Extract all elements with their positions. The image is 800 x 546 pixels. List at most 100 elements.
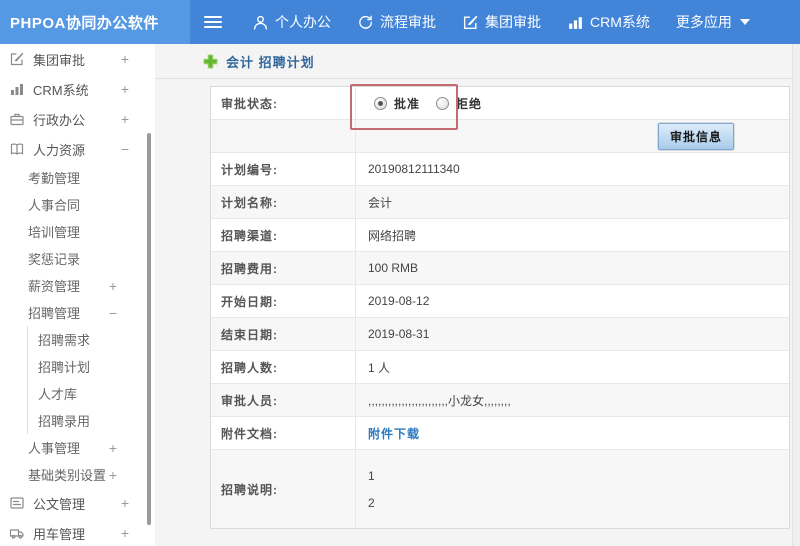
- user-icon: [252, 14, 269, 31]
- approve-radio-label[interactable]: 批准: [394, 95, 420, 112]
- row-label: 招聘渠道:: [211, 219, 356, 251]
- row-value: 2019-08-31: [368, 327, 430, 341]
- table-row-submit: 审批信息: [211, 120, 789, 153]
- table-row-cost: 招聘费用: 100 RMB: [211, 252, 789, 285]
- nav-more-apps[interactable]: 更多应用: [676, 12, 750, 32]
- sidebar-item-document-mgmt[interactable]: 公文管理 +: [0, 488, 155, 518]
- expand-toggle[interactable]: +: [121, 111, 129, 127]
- row-label: 招聘费用:: [211, 252, 356, 284]
- sidebar-item-salary[interactable]: 薪资管理 +: [0, 272, 155, 299]
- page-title: 会计 招聘计划: [226, 54, 315, 70]
- top-navigation: 个人办公 流程审批 集团审批 CRM系统 更多应用: [252, 12, 750, 32]
- sidebar-item-training[interactable]: 培训管理: [0, 218, 155, 245]
- expand-toggle[interactable]: +: [109, 278, 117, 294]
- bar-chart-icon: [9, 81, 25, 97]
- hamburger-menu-icon[interactable]: [204, 16, 222, 28]
- reject-radio-label[interactable]: 拒绝: [456, 95, 482, 112]
- table-row-headcount: 招聘人数: 1 人: [211, 351, 789, 384]
- row-value: 批准 拒绝: [356, 87, 789, 119]
- sidebar-item-recruit-hire[interactable]: 招聘录用: [27, 407, 155, 434]
- sidebar-item-crm[interactable]: CRM系统 +: [0, 74, 155, 104]
- reject-radio[interactable]: [436, 96, 450, 110]
- sidebar-item-recruit-plan[interactable]: 招聘计划: [27, 353, 155, 380]
- row-value: 20190812111340: [368, 162, 460, 176]
- table-row-plan-name: 计划名称: 会计: [211, 186, 789, 219]
- briefcase-icon: [9, 111, 25, 127]
- row-label: 结束日期:: [211, 318, 356, 350]
- row-label: 审批人员:: [211, 384, 356, 416]
- row-label: 附件文档:: [211, 417, 356, 449]
- row-label: 计划编号:: [211, 153, 356, 185]
- page-scrollbar[interactable]: [792, 44, 800, 546]
- page-header: 会计 招聘计划: [155, 44, 800, 79]
- row-value: 1 人: [368, 360, 391, 375]
- description-line: 1: [368, 468, 375, 483]
- sidebar-item-talent-pool[interactable]: 人才库: [27, 380, 155, 407]
- row-label: [211, 120, 356, 152]
- nav-label: 更多应用: [675, 14, 732, 30]
- expand-toggle[interactable]: +: [121, 51, 129, 67]
- expand-toggle[interactable]: +: [109, 440, 117, 456]
- approve-radio[interactable]: [374, 96, 387, 110]
- sidebar-item-admin-office[interactable]: 行政办公 +: [0, 104, 155, 134]
- expand-toggle[interactable]: +: [121, 81, 129, 97]
- sidebar-item-hr-contract[interactable]: 人事合同: [0, 191, 155, 218]
- row-value: 网络招聘: [368, 228, 417, 243]
- sidebar-item-group-approval[interactable]: 集团审批 +: [0, 44, 155, 74]
- recruit-plan-detail-table: 审批状态: 批准 拒绝 审批信息 计划编号: 20190812111340 计划…: [210, 86, 790, 529]
- table-row-channel: 招聘渠道: 网络招聘: [211, 219, 789, 252]
- topbar: PHPOA协同办公软件 个人办公 流程审批 集团审批 CRM系统 更多应用: [0, 0, 800, 44]
- attachment-download-link[interactable]: 附件下载: [368, 425, 420, 442]
- approve-info-button[interactable]: 审批信息: [657, 122, 734, 150]
- nav-group-approval[interactable]: 集团审批: [462, 12, 541, 32]
- sidebar-item-base-category[interactable]: 基础类别设置 +: [0, 461, 155, 488]
- nav-label: 流程审批: [380, 14, 436, 30]
- main-content: 会计 招聘计划 审批状态: 批准 拒绝 审批信息 计划编号: 201908121…: [155, 44, 800, 546]
- expand-toggle[interactable]: +: [109, 467, 117, 483]
- nav-crm-system[interactable]: CRM系统: [567, 12, 650, 32]
- row-label: 计划名称:: [211, 186, 356, 218]
- row-value: 100 RMB: [368, 261, 419, 275]
- nav-process-approval[interactable]: 流程审批: [357, 12, 436, 32]
- row-label: 开始日期:: [211, 285, 356, 317]
- sidebar-scrollbar-thumb[interactable]: [147, 133, 151, 525]
- app-window: PHPOA协同办公软件 个人办公 流程审批 集团审批 CRM系统 更多应用 集团…: [0, 0, 800, 546]
- nav-label: CRM系统: [590, 14, 650, 30]
- sidebar-item-rewards[interactable]: 奖惩记录: [0, 245, 155, 272]
- row-value: 2019-08-12: [368, 294, 430, 308]
- truck-icon: [9, 525, 25, 541]
- sidebar-item-attendance[interactable]: 考勤管理: [0, 164, 155, 191]
- sidebar-item-recruit-mgmt[interactable]: 招聘管理 −: [0, 299, 155, 326]
- table-row-status: 审批状态: 批准 拒绝: [211, 87, 789, 120]
- process-icon: [357, 14, 374, 31]
- sidebar: 集团审批 + CRM系统 + 行政办公 + 人力资源 − 考勤管理 人事合同 培…: [0, 44, 155, 546]
- row-value: 1 2: [356, 450, 789, 528]
- expand-toggle[interactable]: +: [121, 495, 129, 511]
- row-label: 审批状态:: [211, 87, 356, 119]
- app-logo: PHPOA协同办公软件: [0, 0, 190, 44]
- row-label: 招聘人数:: [211, 351, 356, 383]
- nav-label: 个人办公: [275, 14, 331, 30]
- document-icon: [9, 495, 25, 511]
- row-value: 审批信息: [356, 120, 789, 152]
- sidebar-item-hr[interactable]: 人力资源 −: [0, 134, 155, 164]
- collapse-toggle[interactable]: −: [109, 305, 117, 321]
- table-row-description: 招聘说明: 1 2: [211, 450, 789, 528]
- description-line: 2: [368, 495, 375, 510]
- table-row-end-date: 结束日期: 2019-08-31: [211, 318, 789, 351]
- nav-label: 集团审批: [485, 14, 541, 30]
- table-row-approvers: 审批人员: ,,,,,,,,,,,,,,,,,,,,,,,,小龙女,,,,,,,…: [211, 384, 789, 417]
- sidebar-item-vehicle-mgmt[interactable]: 用车管理 +: [0, 518, 155, 546]
- row-value: 附件下载: [356, 417, 789, 449]
- approval-status-radio-group: 批准 拒绝: [374, 95, 498, 112]
- collapse-toggle[interactable]: −: [121, 141, 129, 157]
- nav-personal-office[interactable]: 个人办公: [252, 12, 331, 32]
- expand-toggle[interactable]: +: [121, 525, 129, 541]
- sidebar-item-recruit-demand[interactable]: 招聘需求: [27, 326, 155, 353]
- table-row-start-date: 开始日期: 2019-08-12: [211, 285, 789, 318]
- row-label: 招聘说明:: [211, 450, 356, 528]
- book-icon: [9, 141, 25, 157]
- sidebar-item-personnel-mgmt[interactable]: 人事管理 +: [0, 434, 155, 461]
- table-row-attachment: 附件文档: 附件下载: [211, 417, 789, 450]
- edit-square-icon: [9, 51, 25, 67]
